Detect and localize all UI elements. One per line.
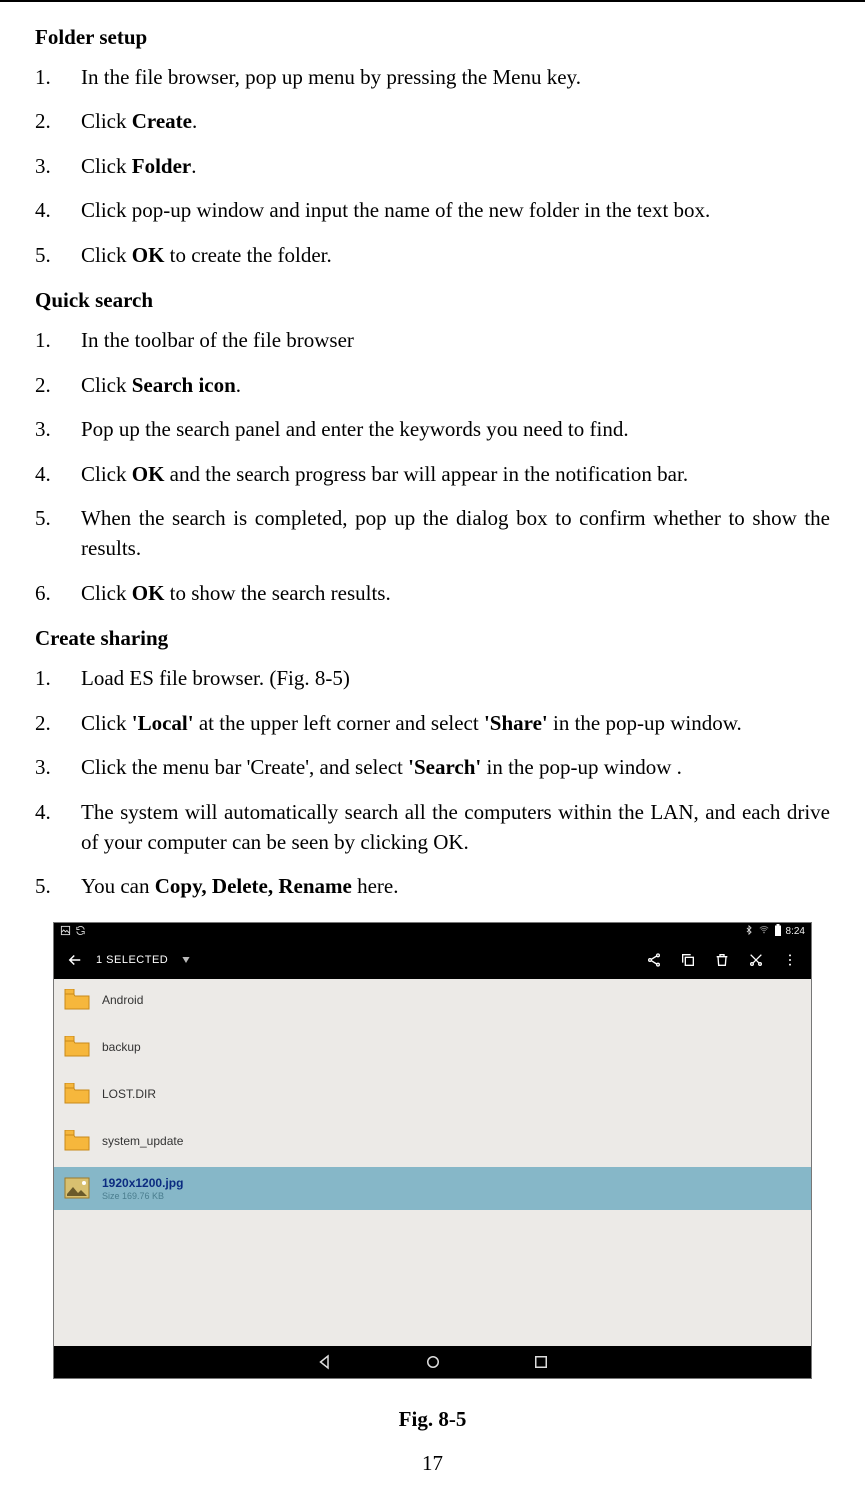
list-folder-setup: 1.In the file browser, pop up menu by pr… bbox=[35, 62, 830, 270]
clock-label: 8:24 bbox=[786, 926, 805, 937]
selection-count[interactable]: 1 SELECTED bbox=[96, 954, 192, 966]
app-bar: 1 SELECTED bbox=[54, 941, 811, 979]
list-item: 1.In the toolbar of the file browser bbox=[35, 325, 830, 355]
list-item: 2.Click Create. bbox=[35, 106, 830, 136]
overflow-button[interactable] bbox=[773, 943, 807, 977]
nav-home-button[interactable] bbox=[424, 1353, 442, 1371]
status-bar: 8:24 bbox=[54, 923, 811, 941]
file-row-folder[interactable]: system_update bbox=[54, 1120, 811, 1167]
list-item: 6.Click OK to show the search results. bbox=[35, 578, 830, 608]
file-name: 1920x1200.jpg bbox=[102, 1176, 183, 1190]
file-size: Size 169.76 KB bbox=[102, 1191, 183, 1201]
nav-recent-button[interactable] bbox=[532, 1353, 550, 1371]
page-number: 17 bbox=[0, 1451, 865, 1476]
file-row-folder[interactable]: backup bbox=[54, 1026, 811, 1073]
copy-button[interactable] bbox=[671, 943, 705, 977]
section-title-quick-search: Quick search bbox=[35, 288, 830, 313]
selection-count-label: 1 SELECTED bbox=[96, 954, 168, 966]
list-item: 5.When the search is completed, pop up t… bbox=[35, 503, 830, 564]
image-icon bbox=[64, 1177, 90, 1199]
cut-button[interactable] bbox=[739, 943, 773, 977]
share-button[interactable] bbox=[637, 943, 671, 977]
file-row-folder[interactable]: LOST.DIR bbox=[54, 1073, 811, 1120]
list-item: 3.Pop up the search panel and enter the … bbox=[35, 414, 830, 444]
sync-icon bbox=[75, 925, 86, 939]
file-name: LOST.DIR bbox=[102, 1087, 156, 1101]
list-item: 2.Click 'Local' at the upper left corner… bbox=[35, 708, 830, 738]
list-item: 1.In the file browser, pop up menu by pr… bbox=[35, 62, 830, 92]
figure-caption: Fig. 8-5 bbox=[53, 1407, 812, 1432]
list-quick-search: 1.In the toolbar of the file browser 2.C… bbox=[35, 325, 830, 608]
delete-button[interactable] bbox=[705, 943, 739, 977]
section-title-create-sharing: Create sharing bbox=[35, 626, 830, 651]
folder-icon bbox=[64, 1130, 90, 1152]
list-item: 2.Click Search icon. bbox=[35, 370, 830, 400]
folder-icon bbox=[64, 1083, 90, 1105]
list-item: 3.Click the menu bar 'Create', and selec… bbox=[35, 752, 830, 782]
list-item: 3.Click Folder. bbox=[35, 151, 830, 181]
list-item: 4.Click OK and the search progress bar w… bbox=[35, 459, 830, 489]
file-name: system_update bbox=[102, 1134, 183, 1148]
file-name: Android bbox=[102, 993, 143, 1007]
dropdown-icon bbox=[183, 957, 190, 963]
device-frame: 8:24 1 SELECTED bbox=[53, 922, 812, 1379]
gallery-icon bbox=[60, 925, 71, 939]
empty-area bbox=[54, 1214, 811, 1346]
figure-8-5: 8:24 1 SELECTED bbox=[35, 916, 830, 1432]
battery-icon bbox=[774, 924, 782, 939]
file-list: Android backup LOST.DIR system_update bbox=[54, 979, 811, 1346]
back-button[interactable] bbox=[58, 943, 92, 977]
bluetooth-icon bbox=[744, 924, 754, 939]
section-title-folder-setup: Folder setup bbox=[35, 25, 830, 50]
folder-icon bbox=[64, 989, 90, 1011]
file-row-folder[interactable]: Android bbox=[54, 979, 811, 1026]
list-item: 4.Click pop-up window and input the name… bbox=[35, 195, 830, 225]
nav-back-button[interactable] bbox=[316, 1353, 334, 1371]
file-name: backup bbox=[102, 1040, 141, 1054]
wifi-icon bbox=[758, 925, 770, 938]
folder-icon bbox=[64, 1036, 90, 1058]
list-item: 5.Click OK to create the folder. bbox=[35, 240, 830, 270]
list-create-sharing: 1.Load ES file browser. (Fig. 8-5) 2.Cli… bbox=[35, 663, 830, 902]
nav-bar bbox=[54, 1346, 811, 1378]
file-row-image-selected[interactable]: 1920x1200.jpg Size 169.76 KB bbox=[54, 1167, 811, 1214]
list-item: 5.You can Copy, Delete, Rename here. bbox=[35, 871, 830, 901]
list-item: 4.The system will automatically search a… bbox=[35, 797, 830, 858]
list-item: 1.Load ES file browser. (Fig. 8-5) bbox=[35, 663, 830, 693]
